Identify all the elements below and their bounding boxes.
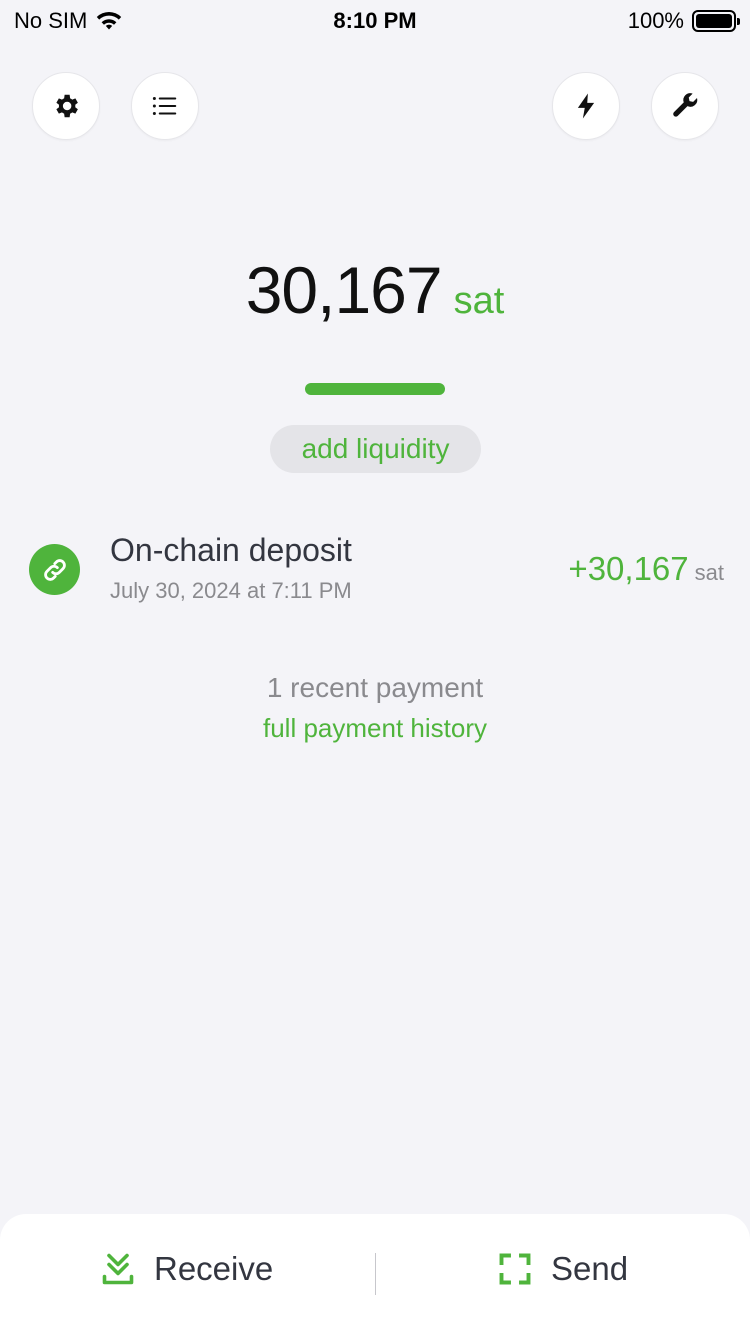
balance-unit: sat <box>453 280 505 322</box>
balance-display[interactable]: 30,167 sat <box>0 252 750 328</box>
scan-icon <box>499 1253 531 1285</box>
add-liquidity-button[interactable]: add liquidity <box>270 425 481 473</box>
balance-amount: 30,167 <box>245 253 443 327</box>
list-icon <box>152 97 177 115</box>
battery-percent: 100% <box>627 8 684 33</box>
settings-button[interactable] <box>32 72 100 140</box>
receive-icon <box>102 1253 134 1285</box>
payment-amount: +30,167 sat <box>568 550 724 588</box>
battery-icon <box>692 10 740 32</box>
tools-button[interactable] <box>651 72 719 140</box>
receive-label: Receive <box>154 1250 274 1287</box>
liquidity-indicator-bar <box>305 383 445 395</box>
payment-date: July 30, 2024 at 7:11 PM <box>110 578 352 603</box>
send-button[interactable]: Send <box>497 1250 628 1288</box>
payment-title: On-chain deposit <box>110 532 352 568</box>
wrench-icon <box>673 93 698 117</box>
gear-icon <box>56 94 78 118</box>
receive-button[interactable]: Receive <box>100 1250 273 1288</box>
transactions-list-button[interactable] <box>131 72 199 140</box>
full-payment-history-link[interactable]: full payment history <box>0 713 750 744</box>
status-bar: No SIM 8:10 PM 100% <box>0 0 750 40</box>
status-right: 100% <box>627 8 740 34</box>
payment-amount-value: +30,167 <box>568 550 689 587</box>
payment-type-badge <box>29 544 80 595</box>
send-label: Send <box>551 1250 629 1287</box>
payment-row[interactable]: On-chain deposit July 30, 2024 at 7:11 P… <box>0 530 750 610</box>
bottom-divider <box>375 1253 376 1295</box>
lightning-button[interactable] <box>552 72 620 140</box>
battery-fill <box>696 14 732 28</box>
lightning-icon <box>577 93 595 119</box>
recent-payments-count: 1 recent payment <box>266 672 484 703</box>
payment-amount-unit: sat <box>694 560 724 585</box>
link-icon <box>43 558 66 581</box>
bottom-action-bar: Receive Send <box>0 1214 750 1334</box>
